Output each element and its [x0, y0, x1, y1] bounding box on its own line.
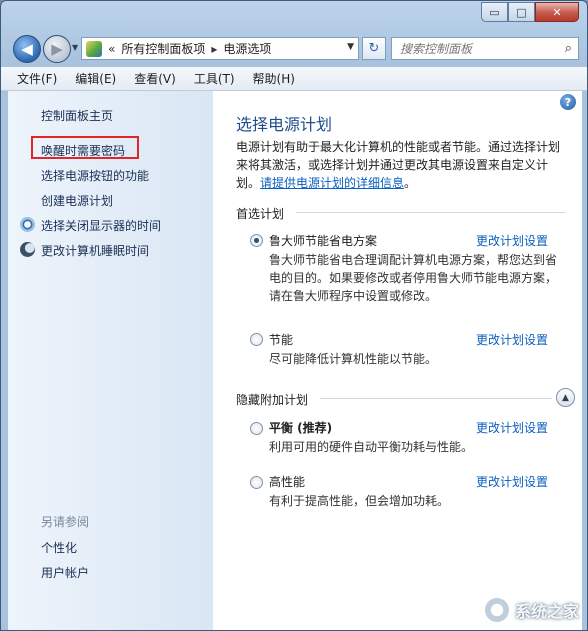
- chevron-up-icon: ▲: [562, 392, 569, 403]
- change-plan-link-power-saver[interactable]: 更改计划设置: [476, 331, 548, 348]
- sidebar-item-display-off[interactable]: 选择关闭显示器的时间: [41, 217, 161, 234]
- plan-desc-ludashi: 鲁大师节能省电合理调配计算机电源方案，帮您达到省电的目的。如果要修改或者停用鲁大…: [269, 253, 558, 303]
- plan-desc-power-saver: 尽可能降低计算机性能以节能。: [269, 352, 438, 366]
- sidebar-item-create-plan[interactable]: 创建电源计划: [41, 192, 113, 209]
- address-bar[interactable]: « 所有控制面板项 ▸ 电源选项 ▼: [81, 37, 359, 60]
- search-icon[interactable]: ⌕: [565, 41, 572, 56]
- plan-name-ludashi[interactable]: 鲁大师节能省电方案: [269, 232, 377, 249]
- change-plan-link-ludashi[interactable]: 更改计划设置: [476, 232, 548, 249]
- plan-desc-high-performance: 有利于提高性能，但会增加功耗。: [269, 494, 450, 508]
- close-button[interactable]: ✕: [535, 2, 579, 22]
- overflow-chevron[interactable]: «: [108, 42, 115, 56]
- back-arrow-icon: ◀: [21, 40, 33, 58]
- search-input[interactable]: [392, 38, 542, 59]
- plan-name-balanced[interactable]: 平衡 (推荐): [269, 419, 332, 436]
- hidden-plans-heading: 隐藏附加计划: [236, 393, 309, 407]
- recent-pages-dropdown[interactable]: ▼: [72, 43, 78, 52]
- watermark-logo-icon: [484, 598, 509, 622]
- preferred-plans-heading: 首选计划: [236, 207, 285, 221]
- moon-icon: [20, 242, 35, 257]
- minimize-button[interactable]: ▭: [481, 2, 508, 22]
- minimize-icon: ▭: [489, 5, 500, 19]
- page-description: 电源计划有助于最大化计算机的性能或者节能。通过选择计划来将其激活，或选择计划并通…: [236, 138, 571, 192]
- collapse-button[interactable]: ▲: [556, 388, 575, 407]
- main-panel: ? 选择电源计划 电源计划有助于最大化计算机的性能或者节能。通过选择计划来将其激…: [213, 91, 582, 630]
- breadcrumb-separator-icon[interactable]: ▸: [211, 42, 217, 56]
- description-end: 。: [404, 176, 417, 190]
- caption-buttons: ▭ □ ✕: [481, 2, 579, 22]
- watermark-text: 系统之家: [514, 602, 579, 621]
- menu-tools[interactable]: 工具(T): [188, 70, 241, 87]
- plan-radio-high-performance[interactable]: [250, 476, 263, 489]
- menu-edit[interactable]: 编辑(E): [69, 70, 122, 87]
- divider: [296, 212, 566, 213]
- sidebar-item-user-accounts[interactable]: 用户帐户: [41, 564, 89, 581]
- page-title: 选择电源计划: [236, 115, 333, 134]
- search-box: ⌕: [391, 37, 579, 60]
- menu-help[interactable]: 帮助(H): [247, 70, 301, 87]
- forward-button[interactable]: ▶: [43, 35, 71, 63]
- breadcrumb-power-options[interactable]: 电源选项: [223, 40, 271, 57]
- plan-details-link[interactable]: 请提供电源计划的详细信息: [260, 176, 404, 190]
- menu-bar: 文件(F) 编辑(E) 查看(V) 工具(T) 帮助(H): [1, 67, 587, 91]
- forward-arrow-icon: ▶: [51, 40, 63, 58]
- control-panel-window: ▭ □ ✕ ◀ ▶ ▼ « 所有控制面板项 ▸ 电源选项 ▼ ↻ ⌕ 文件(F)…: [0, 0, 588, 631]
- sidebar-item-sleep-time[interactable]: 更改计算机睡眠时间: [41, 242, 149, 259]
- menu-file[interactable]: 文件(F): [11, 70, 63, 87]
- back-button[interactable]: ◀: [13, 35, 41, 63]
- refresh-button[interactable]: ↻: [362, 37, 386, 60]
- sidebar-item-home[interactable]: 控制面板主页: [41, 107, 113, 124]
- plan-name-power-saver[interactable]: 节能: [269, 331, 293, 348]
- change-plan-link-balanced[interactable]: 更改计划设置: [476, 419, 548, 436]
- plan-desc-balanced: 利用可用的硬件自动平衡功耗与性能。: [269, 440, 474, 454]
- sidebar-item-personalization[interactable]: 个性化: [41, 539, 77, 556]
- control-panel-icon: [86, 40, 102, 57]
- sidebar: 控制面板主页 唤醒时需要密码 选择电源按钮的功能 创建电源计划 选择关闭显示器的…: [8, 91, 213, 630]
- plan-radio-ludashi[interactable]: [250, 234, 263, 247]
- maximize-button[interactable]: □: [508, 2, 535, 22]
- breadcrumb-all-items[interactable]: 所有控制面板项: [121, 40, 205, 57]
- maximize-icon: □: [516, 5, 527, 19]
- plan-name-high-performance[interactable]: 高性能: [269, 473, 305, 490]
- see-also-heading: 另请参阅: [41, 515, 90, 529]
- menu-view[interactable]: 查看(V): [128, 70, 182, 87]
- content-area: 控制面板主页 唤醒时需要密码 选择电源按钮的功能 创建电源计划 选择关闭显示器的…: [8, 91, 582, 630]
- clock-icon: [20, 217, 35, 232]
- change-plan-link-high-performance[interactable]: 更改计划设置: [476, 473, 548, 490]
- divider: [320, 398, 552, 399]
- address-bar-row: ◀ ▶ ▼ « 所有控制面板项 ▸ 电源选项 ▼ ↻ ⌕: [1, 27, 587, 67]
- address-dropdown-icon[interactable]: ▼: [347, 42, 354, 52]
- refresh-icon: ↻: [368, 41, 380, 56]
- watermark: 系统之家: [414, 596, 579, 624]
- plan-radio-balanced[interactable]: [250, 422, 263, 435]
- sidebar-item-require-password[interactable]: 唤醒时需要密码: [41, 142, 125, 159]
- plan-radio-power-saver[interactable]: [250, 333, 263, 346]
- close-icon: ✕: [552, 5, 562, 19]
- help-icon[interactable]: ?: [560, 94, 576, 110]
- sidebar-item-power-buttons[interactable]: 选择电源按钮的功能: [41, 167, 149, 184]
